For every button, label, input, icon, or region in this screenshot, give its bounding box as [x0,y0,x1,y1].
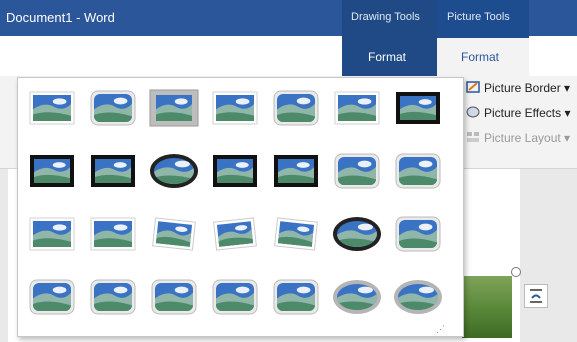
tab-drawing-format[interactable]: Format [368,50,406,64]
tab-picture-format[interactable]: Format [437,38,529,76]
picture-style-double-frame-black[interactable] [392,86,444,130]
picture-style-center-shadow-rectangle[interactable] [270,149,322,193]
picture-border-label: Picture Border [484,81,561,95]
page-margin [0,169,8,342]
tell-me-label: Tell [549,50,568,64]
picture-layout-label: Picture Layout [484,131,561,145]
picture-style-metal-rounded-rectangle[interactable] [270,275,322,319]
rotation-handle[interactable] [511,267,521,277]
tab-references[interactable]: References [60,50,121,64]
picture-style-reflected-rounded-rectangle[interactable] [270,86,322,130]
picture-style-perspective-shadow[interactable] [209,212,261,256]
picture-style-moderate-frame-white[interactable] [87,212,139,256]
layout-options-button[interactable] [524,284,548,308]
picture-style-bevel-rectangle[interactable] [392,212,444,256]
picture-style-beveled-matte-white[interactable] [87,86,139,130]
picture-layout-icon [467,132,479,142]
picture-effects-icon [466,106,480,118]
picture-tools-label: Picture Tools [447,11,510,23]
tab-picture-format-label: Format [461,50,500,64]
layout-options-icon [530,289,542,303]
picture-style-bevel-perspective[interactable] [26,275,78,319]
picture-style-metal-frame-selected[interactable] [148,86,200,130]
picture-style-metal-oval[interactable] [392,275,444,319]
picture-style-reflected-bevel-white[interactable] [87,275,139,319]
drawing-tools-context: Drawing Tools [342,0,437,76]
tell-me-box[interactable]: ⚲ Tell [538,50,568,64]
resize-grip-icon[interactable]: ⋰ [436,324,445,335]
picture-style-simple-frame-black[interactable] [87,149,139,193]
picture-styles-gallery [17,77,464,337]
selected-picture[interactable] [462,276,512,338]
picture-effects-button[interactable]: Picture Effects ▾ [466,106,571,120]
picture-style-drop-shadow-rectangle[interactable] [209,86,261,130]
picture-style-beveled-oval-black[interactable] [148,149,200,193]
tab-view[interactable]: View [296,50,322,64]
picture-style-thick-matte-black[interactable] [26,149,78,193]
picture-effects-label: Picture Effects [484,106,562,120]
picture-style-simple-frame-white[interactable] [26,86,78,130]
picture-style-rounded-diagonal-white[interactable] [392,149,444,193]
drawing-tools-label: Drawing Tools [351,11,420,23]
picture-style-soft-edge-oval[interactable] [331,212,383,256]
picture-style-soft-edge-rectangle[interactable] [331,86,383,130]
picture-style-soft-edge-rounded[interactable] [331,149,383,193]
picture-style-rotated-white[interactable] [148,212,200,256]
tab-review[interactable]: Review [229,50,268,64]
tab-layout[interactable]: out [6,50,23,64]
lightbulb-icon: ⚲ [538,50,547,64]
picture-style-bevel-perspective-left[interactable] [148,275,200,319]
picture-border-button[interactable]: Picture Border ▾ [466,81,570,95]
picture-layout-button[interactable]: Picture Layout ▾ [466,131,570,145]
tab-mailings[interactable]: Mailings [150,50,194,64]
picture-style-snip-diagonal-white[interactable] [26,212,78,256]
picture-style-metal-oval-frame[interactable] [331,275,383,319]
window-title: Document1 - Word [6,10,115,25]
picture-style-relaxed-perspective[interactable] [270,212,322,256]
picture-style-compound-frame-black[interactable] [209,149,261,193]
picture-style-reflected-bevel-black[interactable] [209,275,261,319]
picture-border-icon [466,81,480,93]
